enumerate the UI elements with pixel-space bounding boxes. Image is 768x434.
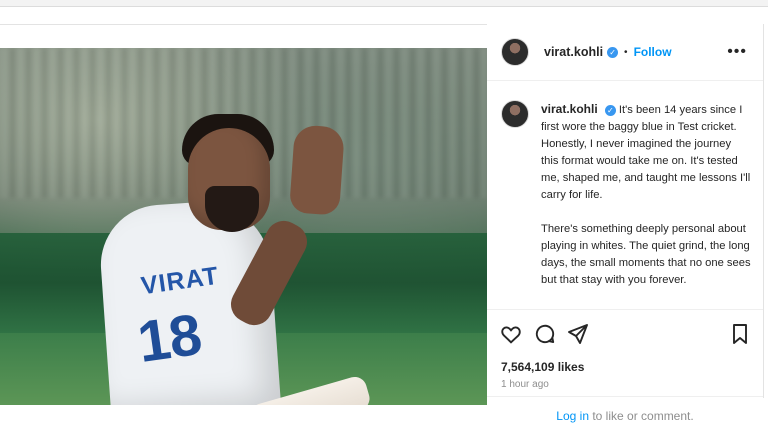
comment-svg [535,324,555,344]
caption-paragraph-2: There's something deeply personal about … [541,223,751,286]
shirt-number: 18 [133,301,205,376]
login-link[interactable]: Log in [556,409,589,423]
player-hand [288,124,346,216]
separator-dot: • [624,46,628,58]
bookmark-svg [733,324,747,344]
follow-button[interactable]: Follow [634,45,672,59]
caption-verified-icon: ✓ [604,105,616,116]
more-options-icon[interactable]: ••• [727,43,747,61]
heart-svg [501,326,521,344]
top-divider [0,0,768,7]
verified-icon: ✓ [607,46,619,58]
login-prompt: Log in to like or comment. [487,409,763,423]
bookmark-icon[interactable] [728,322,752,346]
share-svg [568,324,588,344]
caption-text: virat.kohli ✓ It's been 14 years since I… [541,101,751,306]
share-icon[interactable] [566,322,590,346]
caption-avatar[interactable] [501,100,529,128]
login-suffix: to like or comment. [589,409,694,423]
actions-divider [487,309,763,311]
heart-icon[interactable] [499,322,523,346]
post-header: virat.kohli ✓ • Follow ••• [487,24,763,81]
bottom-divider [487,396,763,397]
post-sidebar: virat.kohli ✓ • Follow ••• virat.kohli ✓… [487,24,763,434]
caption-username[interactable]: virat.kohli [541,102,598,116]
likes-count[interactable]: 7,564,109 likes [501,360,584,374]
caption-body-1: It's been 14 years since I first wore th… [541,104,751,201]
profile-avatar[interactable] [501,38,529,66]
username-link[interactable]: virat.kohli [544,45,603,59]
post-time[interactable]: 1 hour ago [501,379,549,390]
comment-icon[interactable] [533,322,557,346]
post-photo[interactable]: VIRAT 18 [0,48,487,405]
caption-paragraph-1: virat.kohli ✓ It's been 14 years since I… [541,101,751,204]
